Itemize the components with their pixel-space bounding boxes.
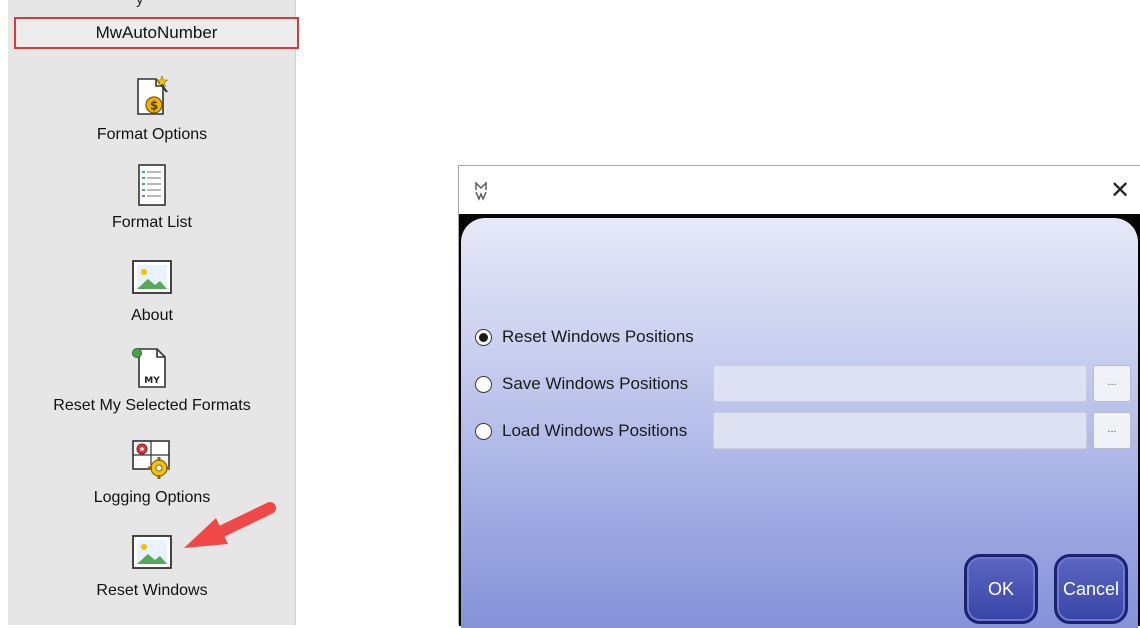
- svg-text:MY: MY: [144, 376, 160, 386]
- ribbon-group-label: MwAutoNumber: [14, 17, 299, 49]
- close-button[interactable]: ✕: [1106, 176, 1134, 204]
- dialog-client-area: Reset Windows Positions Save Windows Pos…: [459, 214, 1140, 628]
- reset-positions-label: Reset Windows Positions: [502, 327, 694, 346]
- reset-positions-radio[interactable]: [475, 328, 492, 346]
- reset-my-selected-formats-button[interactable]: MY Reset My Selected Formats: [8, 345, 296, 415]
- format-list-button[interactable]: Format List: [8, 162, 296, 232]
- ribbon-top-clip: y: [8, 0, 296, 8]
- about-label: About: [131, 307, 173, 324]
- reset-positions-option[interactable]: Reset Windows Positions: [475, 322, 694, 352]
- reset-windows-image-icon: [132, 535, 172, 569]
- logging-gear-icon: [132, 440, 170, 479]
- ribbon-group-title: MwAutoNumber: [95, 23, 218, 42]
- cancel-button[interactable]: Cancel: [1054, 554, 1128, 624]
- about-image-icon: [132, 260, 172, 294]
- save-positions-option[interactable]: Save Windows Positions: [475, 369, 688, 399]
- load-positions-label: Load Windows Positions: [502, 421, 688, 440]
- reset-windows-label: Reset Windows: [96, 582, 208, 599]
- save-positions-radio[interactable]: [475, 375, 492, 393]
- save-browse-button[interactable]: ...: [1093, 365, 1131, 402]
- dialog-titlebar: ✕: [459, 166, 1140, 214]
- format-options-icon: $: [137, 75, 169, 115]
- format-list-label: Format List: [111, 214, 192, 231]
- close-icon: ✕: [1109, 176, 1131, 204]
- format-list-icon: [138, 164, 166, 206]
- reset-windows-dialog: ✕ Reset Windows Positions Save Windows P…: [458, 165, 1140, 628]
- red-arrow-annotation-icon: [184, 502, 276, 548]
- format-options-button[interactable]: $ Format Options: [8, 74, 296, 144]
- save-positions-label: Save Windows Positions: [502, 374, 689, 393]
- save-path-input[interactable]: [713, 365, 1087, 402]
- logging-options-button[interactable]: Logging Options: [8, 437, 296, 507]
- mw-logo-icon: [475, 181, 487, 201]
- cancel-label: Cancel: [1062, 578, 1120, 599]
- svg-text:$: $: [150, 99, 158, 113]
- load-browse-button[interactable]: ...: [1093, 412, 1131, 449]
- load-positions-radio[interactable]: [475, 422, 492, 440]
- load-path-input[interactable]: [713, 412, 1087, 449]
- ok-button[interactable]: OK: [964, 554, 1038, 624]
- about-button[interactable]: About: [8, 255, 296, 325]
- my-document-icon: MY: [132, 348, 166, 388]
- load-positions-option[interactable]: Load Windows Positions: [475, 416, 687, 446]
- reset-my-selected-formats-label: Reset My Selected Formats: [53, 397, 251, 414]
- cropped-label: y: [136, 0, 166, 8]
- ok-label: OK: [987, 578, 1014, 599]
- format-options-label: Format Options: [96, 126, 208, 143]
